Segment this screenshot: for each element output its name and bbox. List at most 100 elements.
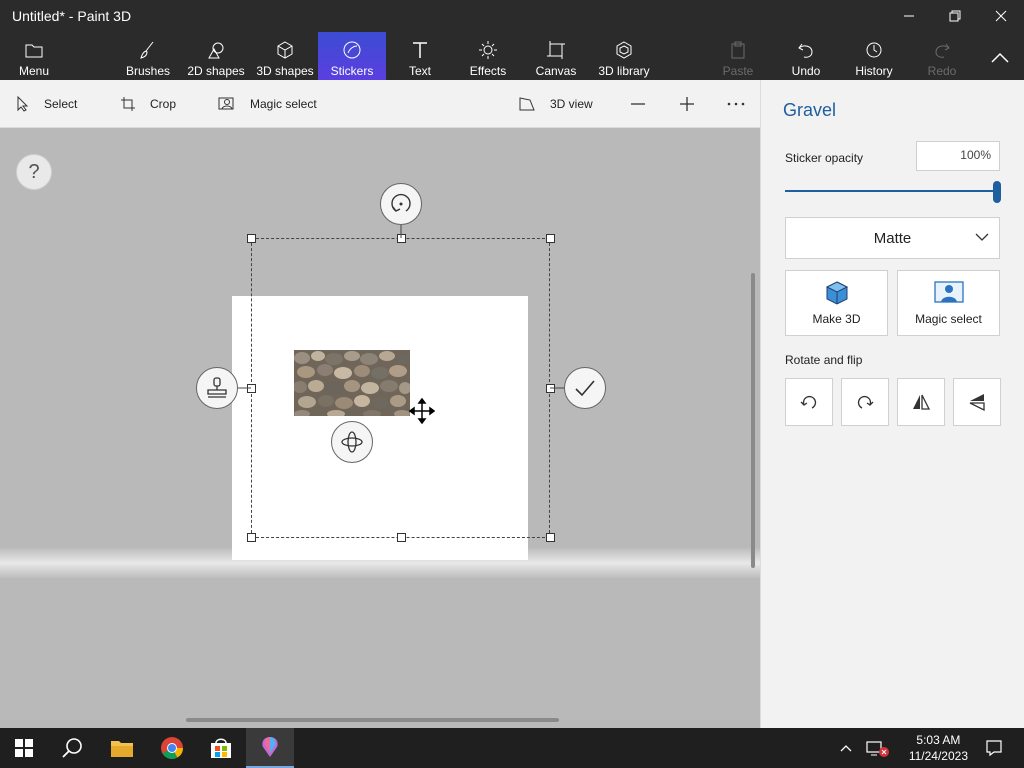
make-3d-button[interactable]: Make 3D	[785, 270, 888, 336]
network-status-button[interactable]	[858, 728, 898, 768]
tool-3d-shapes[interactable]: 3D shapes	[254, 32, 316, 80]
magic-select-icon	[933, 281, 964, 303]
3d-rotate-button[interactable]	[331, 421, 373, 463]
commit-button[interactable]	[564, 367, 606, 409]
notification-icon	[986, 740, 1002, 757]
restore-icon	[949, 10, 961, 22]
clock-date: 11/24/2023	[908, 749, 968, 763]
vertical-scrollbar[interactable]	[751, 273, 755, 568]
paint3d-taskbar-button[interactable]	[246, 728, 294, 768]
rotate-handle-button[interactable]	[380, 183, 422, 225]
canvas-area[interactable]: ?	[0, 128, 760, 728]
chevron-up-icon	[840, 745, 852, 752]
clock-time: 5:03 AM	[916, 733, 961, 747]
checkmark-icon	[575, 380, 595, 397]
magic-select-toolbar-button[interactable]: Magic select	[218, 80, 317, 128]
rotate-flip-label: Rotate and flip	[785, 353, 863, 367]
close-icon	[995, 10, 1007, 22]
crop-button[interactable]: Crop	[120, 80, 176, 128]
zoom-in-button[interactable]	[679, 80, 695, 128]
show-hidden-icons-button[interactable]	[834, 728, 858, 768]
clock[interactable]: 5:03 AM 11/24/2023	[909, 732, 968, 764]
chrome-button[interactable]	[148, 728, 196, 768]
tool-canvas[interactable]: Canvas	[534, 32, 578, 80]
plus-icon	[680, 97, 694, 111]
paste-button[interactable]: Paste	[718, 32, 758, 80]
finish-value: Matte	[873, 229, 912, 247]
history-icon	[866, 42, 882, 58]
opacity-input[interactable]: 100%	[916, 141, 1000, 171]
sun-icon	[479, 41, 497, 59]
chevron-down-icon	[975, 233, 989, 241]
menu-button[interactable]: Menu	[10, 32, 58, 80]
tool-effects[interactable]: Effects	[466, 32, 510, 80]
flip-vertical-button[interactable]	[953, 378, 1001, 426]
3d-view-button[interactable]: 3D view	[518, 80, 593, 128]
tool-stickers[interactable]: Stickers	[318, 32, 386, 80]
title-bar: Untitled* - Paint 3D	[0, 0, 1024, 32]
rotate-right-button[interactable]	[841, 378, 889, 426]
notifications-button[interactable]	[970, 728, 1018, 768]
restore-button[interactable]	[932, 0, 978, 32]
sticker-panel: Gravel Sticker opacity 100% Matte Make 3…	[760, 80, 1024, 728]
move-cursor-icon	[409, 398, 435, 424]
text-icon	[413, 42, 427, 58]
crop-icon	[121, 97, 135, 111]
windows-icon	[15, 739, 33, 757]
flip-horizontal-button[interactable]	[897, 378, 945, 426]
cursor-icon	[17, 96, 29, 112]
store-button[interactable]	[197, 728, 245, 768]
tool-brushes[interactable]: Brushes	[122, 32, 174, 80]
more-options-button[interactable]	[727, 80, 745, 128]
network-disconnected-icon	[866, 741, 889, 757]
panel-title: Gravel	[783, 100, 837, 120]
minimize-button[interactable]	[886, 0, 932, 32]
magic-select-icon	[218, 97, 234, 110]
history-button[interactable]: History	[850, 32, 898, 80]
collapse-ribbon-button[interactable]	[980, 32, 1020, 80]
zoom-out-button[interactable]	[630, 80, 646, 128]
minimize-icon	[904, 15, 914, 17]
search-taskbar-button[interactable]	[48, 728, 96, 768]
paint3d-icon	[262, 737, 278, 757]
sticker-icon	[343, 41, 361, 59]
magic-select-panel-button[interactable]: Magic select	[897, 270, 1000, 336]
2d-shapes-icon	[208, 42, 224, 59]
tool-3d-library[interactable]: 3D library	[594, 32, 654, 80]
stamp-button[interactable]	[196, 367, 238, 409]
opacity-slider-thumb[interactable]	[993, 181, 1001, 203]
paste-icon	[731, 41, 745, 59]
horizontal-scrollbar[interactable]	[186, 718, 559, 722]
opacity-slider-track[interactable]	[785, 190, 997, 192]
flip-horizontal-icon	[913, 394, 931, 410]
minus-icon	[631, 103, 645, 105]
tool-text[interactable]: Text	[400, 32, 440, 80]
flip-vertical-icon	[969, 394, 985, 412]
select-button[interactable]: Select	[16, 80, 77, 128]
finish-dropdown[interactable]: Matte	[785, 217, 1000, 259]
stamp-icon	[207, 377, 227, 398]
close-button[interactable]	[978, 0, 1024, 32]
rotate-left-button[interactable]	[785, 378, 833, 426]
rotate-right-icon	[857, 395, 874, 409]
chrome-icon	[161, 737, 183, 759]
canvas-icon	[547, 41, 565, 59]
help-button[interactable]: ?	[16, 154, 52, 190]
tool-2d-shapes[interactable]: 2D shapes	[186, 32, 246, 80]
sub-toolbar: Select Crop Magic select 3D view	[0, 80, 760, 128]
3d-library-icon	[616, 41, 632, 59]
brush-icon	[140, 41, 154, 59]
more-icon	[727, 102, 745, 106]
cube-icon	[825, 281, 848, 305]
start-button[interactable]	[0, 728, 48, 768]
search-icon	[62, 738, 82, 758]
folder-icon	[111, 741, 133, 757]
undo-icon	[798, 43, 813, 58]
file-explorer-button[interactable]	[98, 728, 146, 768]
3d-rotate-icon	[341, 431, 363, 453]
rotate-icon	[391, 193, 411, 212]
window-title: Untitled* - Paint 3D	[12, 8, 132, 24]
connector-lines	[238, 225, 564, 389]
undo-button[interactable]: Undo	[786, 32, 826, 80]
redo-button[interactable]: Redo	[922, 32, 962, 80]
